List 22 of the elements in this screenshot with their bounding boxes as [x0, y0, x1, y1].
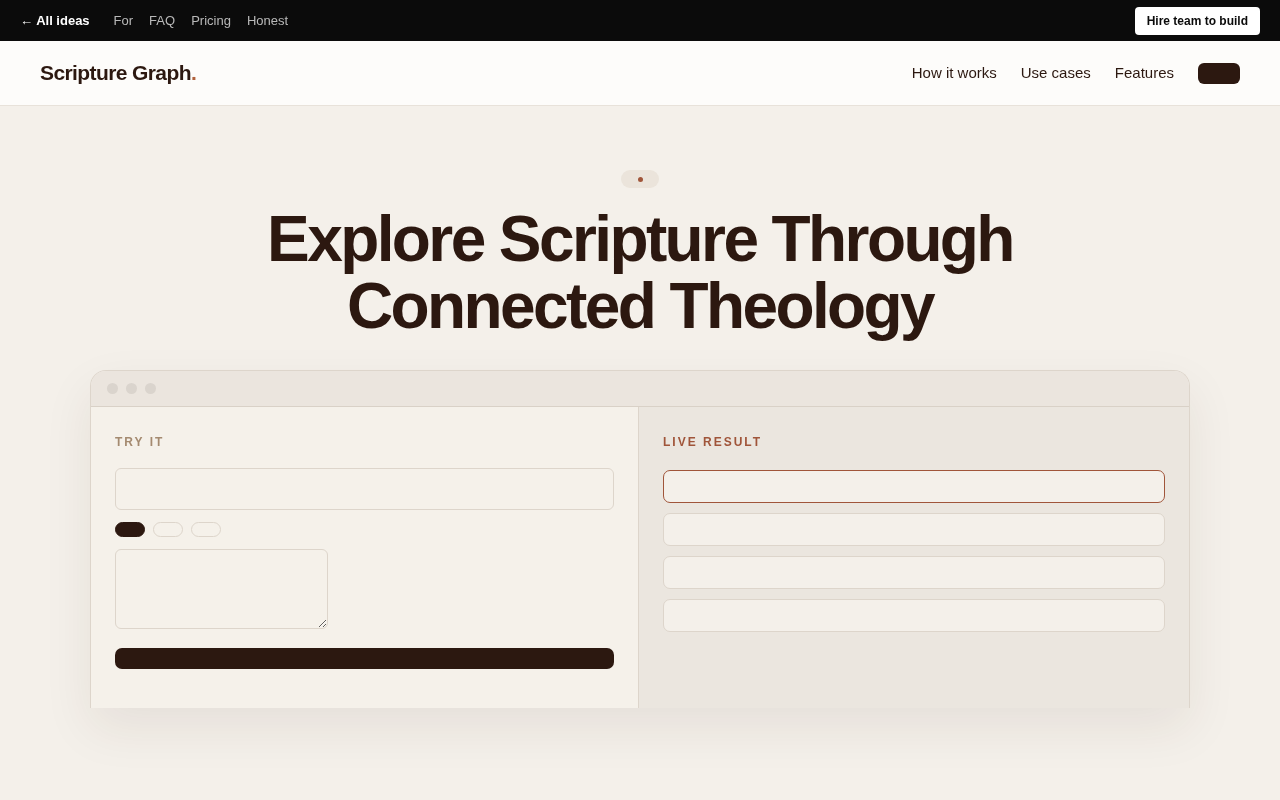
top-nav-link[interactable]: FAQ — [149, 10, 176, 31]
nav-link[interactable]: Use cases — [1020, 61, 1091, 85]
hire-team-button[interactable]: Hire team to build — [1134, 6, 1260, 35]
top-nav-link[interactable]: Honest — [246, 10, 289, 31]
result-row[interactable] — [663, 470, 1165, 503]
nav-link[interactable]: How it works — [911, 61, 997, 85]
headline-line: Connected Theology — [346, 273, 934, 340]
headline-line: Explore Scripture Through — [267, 206, 1013, 273]
panel-label: TRY IT — [115, 434, 166, 451]
top-nav-link[interactable]: Pricing — [191, 10, 231, 31]
dot-icon — [637, 176, 643, 182]
brand-dot: . — [190, 60, 197, 87]
input-field[interactable] — [115, 468, 614, 510]
nav-link[interactable]: Features — [1114, 61, 1174, 85]
panel-label: LIVE RESULT — [663, 434, 764, 451]
submit-button[interactable] — [115, 648, 614, 669]
back-link[interactable]: ← All ideas — [20, 10, 90, 31]
text-area[interactable] — [115, 549, 328, 629]
nav-button[interactable] — [1198, 62, 1240, 84]
brand-name: Scripture Graph — [40, 60, 191, 87]
option-chip[interactable] — [115, 522, 145, 537]
top-nav-link[interactable]: For — [113, 10, 134, 31]
